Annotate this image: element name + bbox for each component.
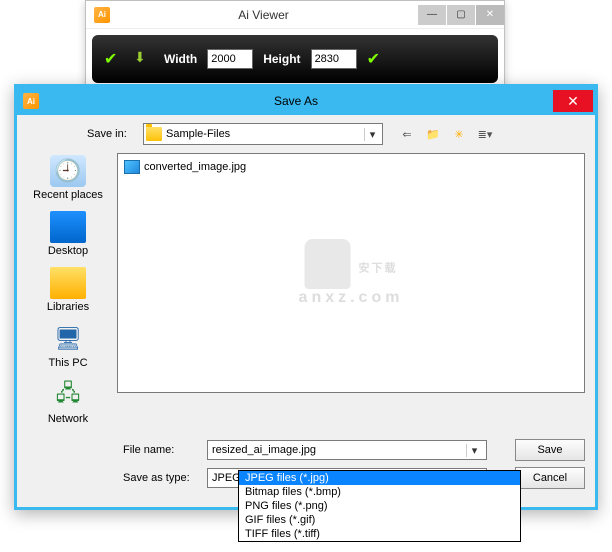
- file-item[interactable]: converted_image.jpg: [124, 160, 578, 174]
- chevron-down-icon[interactable]: ▾: [466, 444, 482, 457]
- file-list-view[interactable]: converted_image.jpg 安下载 anxz.com: [117, 153, 585, 393]
- up-folder-button[interactable]: 📁: [423, 124, 443, 144]
- folder-icon: [146, 127, 162, 141]
- minimize-button[interactable]: —: [418, 5, 446, 25]
- height-label: Height: [263, 52, 300, 66]
- sidebar-item-recent[interactable]: 🕘 Recent places: [29, 153, 107, 205]
- maximize-button[interactable]: ▢: [447, 5, 475, 25]
- this-pc-icon: 🖥: [50, 323, 86, 355]
- file-name: converted_image.jpg: [144, 161, 246, 173]
- recent-places-icon: 🕘: [50, 155, 86, 187]
- ai-app-icon: Ai: [94, 7, 110, 23]
- width-input[interactable]: [207, 49, 253, 69]
- type-option[interactable]: Bitmap files (*.bmp): [239, 485, 520, 499]
- type-option[interactable]: JPEG files (*.jpg): [239, 471, 520, 485]
- download-icon[interactable]: ⬇: [134, 49, 154, 69]
- file-name-input[interactable]: resized_ai_image.jpg ▾: [207, 440, 487, 460]
- desktop-icon: [50, 211, 86, 243]
- save-as-app-icon: Ai: [23, 93, 39, 109]
- close-button[interactable]: ✕: [553, 90, 593, 112]
- sidebar-item-desktop[interactable]: Desktop: [29, 209, 107, 261]
- check-icon[interactable]: ✔: [104, 49, 124, 69]
- type-option[interactable]: GIF files (*.gif): [239, 513, 520, 527]
- watermark-icon: [304, 239, 350, 289]
- save-in-combo[interactable]: Sample-Files ▾: [143, 123, 383, 145]
- file-name-label: File name:: [123, 444, 199, 456]
- save-in-label: Save in:: [87, 128, 137, 140]
- save-type-label: Save as type:: [123, 472, 199, 484]
- width-label: Width: [164, 52, 197, 66]
- ai-viewer-toolbar: ✔ ⬇ Width Height ✔: [92, 35, 498, 83]
- ai-viewer-title: Ai Viewer: [110, 8, 417, 22]
- height-input[interactable]: [311, 49, 357, 69]
- save-in-value: Sample-Files: [166, 128, 230, 140]
- save-as-dialog: Ai Save As ✕ Save in: Sample-Files ▾ ⇐ 📁…: [14, 84, 598, 510]
- type-option[interactable]: PNG files (*.png): [239, 499, 520, 513]
- places-sidebar: 🕘 Recent places Desktop Libraries 🖥 This…: [27, 153, 109, 429]
- file-name-value: resized_ai_image.jpg: [212, 444, 316, 456]
- save-as-titlebar[interactable]: Ai Save As ✕: [17, 87, 595, 115]
- watermark: 安下载 anxz.com: [299, 239, 404, 307]
- save-type-dropdown[interactable]: JPEG files (*.jpg) Bitmap files (*.bmp) …: [238, 470, 521, 542]
- new-folder-button[interactable]: ✳: [449, 124, 469, 144]
- ai-viewer-window: Ai Ai Viewer — ▢ ✕ ✔ ⬇ Width Height ✔: [85, 0, 505, 90]
- apply-icon[interactable]: ✔: [367, 49, 387, 69]
- sidebar-item-libraries[interactable]: Libraries: [29, 265, 107, 317]
- save-as-title: Save As: [39, 94, 553, 108]
- close-button[interactable]: ✕: [476, 5, 504, 25]
- save-button[interactable]: Save: [515, 439, 585, 461]
- back-button[interactable]: ⇐: [397, 124, 417, 144]
- sidebar-item-network[interactable]: 🖧 Network: [29, 377, 107, 429]
- sidebar-item-thispc[interactable]: 🖥 This PC: [29, 321, 107, 373]
- view-menu-button[interactable]: ≣▾: [475, 124, 495, 144]
- network-icon: 🖧: [50, 379, 86, 411]
- libraries-icon: [50, 267, 86, 299]
- cancel-button[interactable]: Cancel: [515, 467, 585, 489]
- chevron-down-icon[interactable]: ▾: [364, 128, 380, 141]
- image-file-icon: [124, 160, 140, 174]
- type-option[interactable]: TIFF files (*.tiff): [239, 527, 520, 541]
- ai-viewer-titlebar[interactable]: Ai Ai Viewer — ▢ ✕: [86, 1, 504, 29]
